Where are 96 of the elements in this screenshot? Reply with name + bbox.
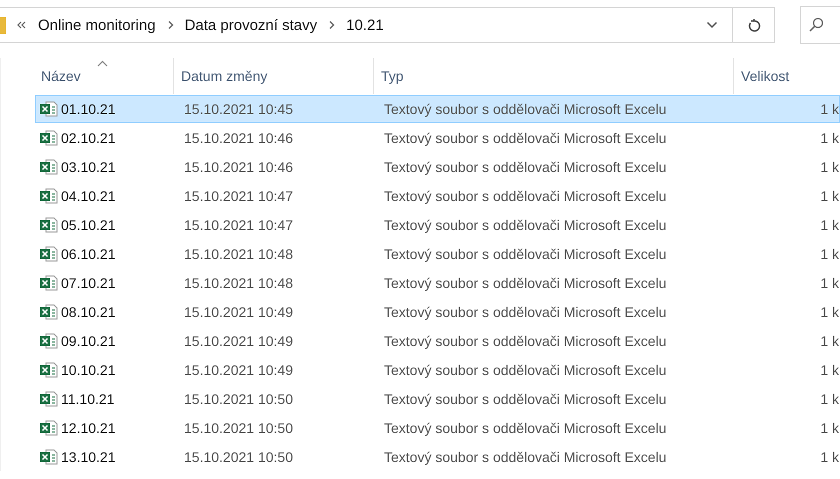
spreadsheet-file-icon <box>40 275 58 291</box>
breadcrumb-chevron-icon[interactable] <box>166 20 175 30</box>
file-name: 07.10.21 <box>61 275 116 291</box>
file-row[interactable]: 01.10.21 15.10.2021 10:45 Textový soubor s oddělovači Microsoft Excelu 1 k <box>35 95 840 123</box>
size-cell-text: 1 k <box>819 420 839 436</box>
file-row[interactable]: 12.10.21 15.10.2021 10:50 Textový soubor s oddělovači Microsoft Excelu 1 k <box>35 414 840 442</box>
search-field[interactable] <box>800 6 840 44</box>
file-row[interactable]: 03.10.21 15.10.2021 10:46 Textový soubor s oddělovači Microsoft Excelu 1 k <box>35 153 840 181</box>
search-icon <box>809 17 823 33</box>
date-cell-text: 15.10.2021 10:49 <box>183 333 294 349</box>
spreadsheet-file-icon <box>40 333 58 349</box>
type-cell-text: Textový soubor s oddělovači Microsoft Excelu <box>383 159 668 175</box>
spreadsheet-file-icon <box>40 217 58 233</box>
spreadsheet-file-icon <box>40 362 58 378</box>
type-cell-text: Textový soubor s oddělovači Microsoft Excelu <box>383 449 668 465</box>
type-cell-text: Textový soubor s oddělovači Microsoft Excelu <box>383 333 668 349</box>
size-cell-text: 1 k <box>819 246 839 262</box>
folder-icon <box>0 16 6 34</box>
overflow-chevron-icon[interactable] <box>16 20 26 30</box>
type-cell-text: Textový soubor s oddělovači Microsoft Excelu <box>383 362 668 378</box>
size-cell-text: 1 k <box>819 217 839 233</box>
file-row[interactable]: 04.10.21 15.10.2021 10:47 Textový soubor s oddělovači Microsoft Excelu 1 k <box>35 182 840 210</box>
file-name: 08.10.21 <box>61 304 116 320</box>
date-cell-text: 15.10.2021 10:49 <box>183 304 294 320</box>
date-cell-text: 15.10.2021 10:47 <box>183 217 294 233</box>
size-cell-text: 1 k <box>819 449 839 465</box>
type-cell-text: Textový soubor s oddělovači Microsoft Excelu <box>383 130 668 146</box>
spreadsheet-file-icon <box>40 188 58 204</box>
column-header[interactable]: Datum změny <box>174 58 374 94</box>
sort-caret-icon <box>97 60 108 67</box>
refresh-icon <box>746 17 760 33</box>
date-cell-text: 15.10.2021 10:50 <box>183 449 294 465</box>
file-row[interactable]: 08.10.21 15.10.2021 10:49 Textový soubor s oddělovači Microsoft Excelu 1 k <box>35 298 840 326</box>
spreadsheet-file-icon <box>40 246 58 262</box>
date-cell-text: 15.10.2021 10:47 <box>183 188 294 204</box>
size-cell-text: 1 k <box>819 159 839 175</box>
file-name: 03.10.21 <box>61 159 116 175</box>
address-bar[interactable]: Online monitoring Data provozní stavy 10.21 <box>0 7 733 43</box>
column-header[interactable]: Typ <box>374 58 734 94</box>
type-cell-text: Textový soubor s oddělovači Microsoft Excelu <box>383 304 668 320</box>
file-row[interactable]: 11.10.21 15.10.2021 10:50 Textový soubor s oddělovači Microsoft Excelu 1 k <box>35 385 840 413</box>
file-row[interactable]: 09.10.21 15.10.2021 10:49 Textový soubor s oddělovači Microsoft Excelu 1 k <box>35 327 840 355</box>
file-name: 06.10.21 <box>61 246 116 262</box>
file-row[interactable]: 05.10.21 15.10.2021 10:47 Textový soubor s oddělovači Microsoft Excelu 1 k <box>35 211 840 239</box>
file-name: 04.10.21 <box>61 188 116 204</box>
size-cell-text: 1 k <box>819 188 839 204</box>
type-cell-text: Textový soubor s oddělovači Microsoft Excelu <box>383 246 668 262</box>
file-name: 02.10.21 <box>61 130 116 146</box>
column-header[interactable]: Název <box>15 58 174 94</box>
size-cell-text: 1 k <box>819 362 839 378</box>
spreadsheet-file-icon <box>40 304 58 320</box>
file-name: 13.10.21 <box>61 449 116 465</box>
type-cell-text: Textový soubor s oddělovači Microsoft Excelu <box>383 188 668 204</box>
type-cell-text: Textový soubor s oddělovači Microsoft Excelu <box>383 275 668 291</box>
spreadsheet-file-icon <box>40 391 58 407</box>
date-cell-text: 15.10.2021 10:49 <box>183 362 294 378</box>
size-cell-text: 1 k <box>819 391 839 407</box>
file-name: 05.10.21 <box>61 217 116 233</box>
date-cell-text: 15.10.2021 10:46 <box>183 159 294 175</box>
size-cell-text: 1 k <box>819 304 839 320</box>
date-cell-text: 15.10.2021 10:45 <box>183 101 294 117</box>
spreadsheet-file-icon <box>40 130 58 146</box>
column-header[interactable]: Velikost <box>734 58 829 94</box>
refresh-button[interactable] <box>733 7 775 43</box>
file-row[interactable]: 13.10.21 15.10.2021 10:50 Textový soubor s oddělovači Microsoft Excelu 1 k <box>35 443 840 471</box>
spreadsheet-file-icon <box>40 101 58 117</box>
file-name: 01.10.21 <box>61 101 116 117</box>
type-cell-text: Textový soubor s oddělovači Microsoft Excelu <box>383 420 668 436</box>
file-name: 10.10.21 <box>61 362 116 378</box>
breadcrumb-item[interactable]: 10.21 <box>346 16 384 34</box>
file-name: 09.10.21 <box>61 333 116 349</box>
type-cell-text: Textový soubor s oddělovači Microsoft Excelu <box>383 391 668 407</box>
size-cell-text: 1 k <box>819 130 839 146</box>
breadcrumb-item[interactable]: Data provozní stavy <box>184 16 318 34</box>
spreadsheet-file-icon <box>40 159 58 175</box>
dropdown-chevron-icon[interactable] <box>706 21 718 29</box>
spreadsheet-file-icon <box>40 449 58 465</box>
breadcrumb-chevron-icon[interactable] <box>328 20 336 30</box>
type-cell-text: Textový soubor s oddělovači Microsoft Excelu <box>383 217 668 233</box>
file-row[interactable]: 06.10.21 15.10.2021 10:48 Textový soubor s oddělovači Microsoft Excelu 1 k <box>35 240 840 268</box>
date-cell-text: 15.10.2021 10:48 <box>183 275 294 291</box>
breadcrumb-item[interactable]: Online monitoring <box>38 16 156 34</box>
date-cell-text: 15.10.2021 10:46 <box>183 130 294 146</box>
file-name: 12.10.21 <box>61 420 116 436</box>
date-cell-text: 15.10.2021 10:50 <box>183 420 294 436</box>
date-cell-text: 15.10.2021 10:48 <box>183 246 294 262</box>
spreadsheet-file-icon <box>40 420 58 436</box>
file-row[interactable]: 02.10.21 15.10.2021 10:46 Textový soubor s oddělovači Microsoft Excelu 1 k <box>35 124 840 152</box>
size-cell-text: 1 k <box>819 275 839 291</box>
size-cell-text: 1 k <box>819 333 839 349</box>
file-row[interactable]: 07.10.21 15.10.2021 10:48 Textový soubor s oddělovači Microsoft Excelu 1 k <box>35 269 840 297</box>
file-name: 11.10.21 <box>61 391 114 407</box>
file-row[interactable]: 10.10.21 15.10.2021 10:49 Textový soubor s oddělovači Microsoft Excelu 1 k <box>35 356 840 384</box>
size-cell-text: 1 k <box>819 101 839 117</box>
date-cell-text: 15.10.2021 10:50 <box>183 391 294 407</box>
type-cell-text: Textový soubor s oddělovači Microsoft Excelu <box>383 101 668 117</box>
